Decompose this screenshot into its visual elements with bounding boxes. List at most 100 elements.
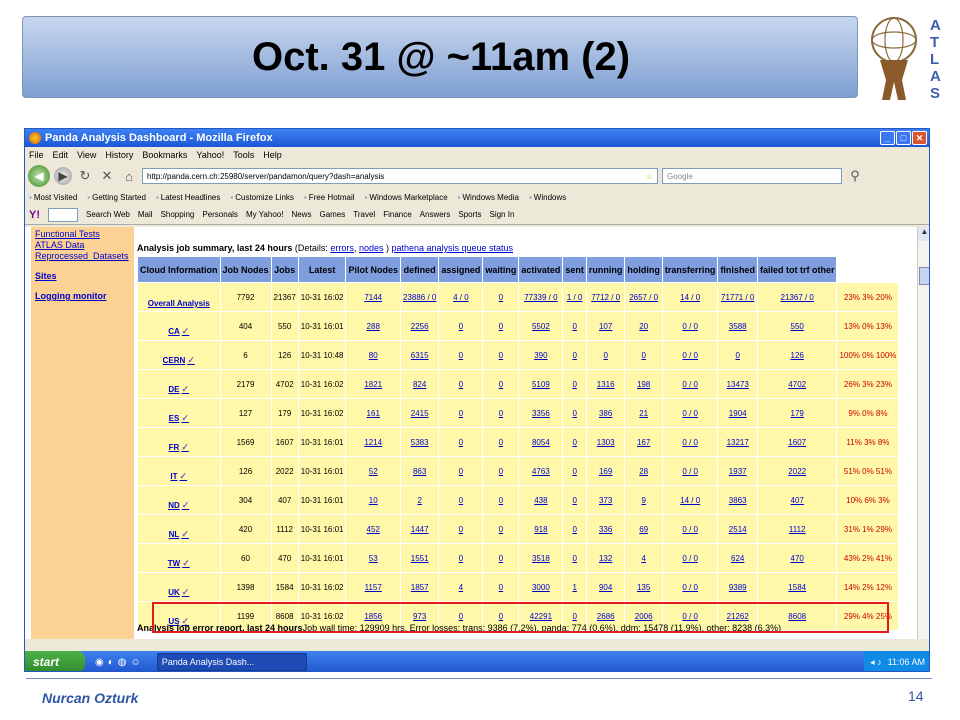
quick-launch-icons[interactable]: ◉◐◍☺ [95,657,145,668]
cloud-link[interactable]: DE [168,385,179,394]
yahoo-finance[interactable]: Finance [383,210,411,219]
defined-link[interactable]: 6315 [411,351,429,360]
defined-link[interactable]: 973 [413,612,426,621]
waiting-link[interactable]: 0 [499,438,503,447]
pilot-link[interactable]: 288 [367,322,380,331]
cloud-link[interactable]: ES [169,414,180,423]
defined-link[interactable]: 2415 [411,409,429,418]
failed-link[interactable]: 1607 [788,438,806,447]
menu-bookmarks[interactable]: Bookmarks [142,150,187,160]
pilot-link[interactable]: 80 [369,351,378,360]
holding-link[interactable]: 21 [639,409,648,418]
cloud-link[interactable]: Overall Analysis [148,299,210,308]
pilot-link[interactable]: 1157 [365,583,382,592]
holding-link[interactable]: 167 [637,438,650,447]
assigned-link[interactable]: 0 [459,438,463,447]
defined-link[interactable]: 5383 [411,438,429,447]
cloud-link[interactable]: ND [168,501,180,510]
cloud-link[interactable]: UK [168,588,180,597]
reload-icon[interactable]: ↻ [76,167,94,185]
activated-link[interactable]: 5109 [532,380,550,389]
running-link[interactable]: 904 [599,583,612,592]
pilot-link[interactable]: 1214 [364,438,382,447]
sent-link[interactable]: 0 [572,380,576,389]
defined-link[interactable]: 2256 [411,322,429,331]
home-icon[interactable]: ⌂ [120,167,138,185]
bookmark-most-visited[interactable]: Most Visited [29,193,77,202]
waiting-link[interactable]: 0 [499,380,503,389]
sidebar-link-atlas-data[interactable]: ATLAS Data [35,240,134,251]
forward-button[interactable]: ▶ [54,167,72,185]
holding-link[interactable]: 4 [641,554,645,563]
queue-status-link[interactable]: pathena analysis queue status [391,243,513,253]
transferring-link[interactable]: 0 / 0 [682,467,698,476]
sent-link[interactable]: 0 [572,322,576,331]
running-link[interactable]: 2686 [597,612,615,621]
running-link[interactable]: 1303 [597,438,615,447]
activated-link[interactable]: 390 [534,351,547,360]
defined-link[interactable]: 2 [417,496,421,505]
holding-link[interactable]: 135 [637,583,650,592]
yahoo-answers[interactable]: Answers [420,210,451,219]
activated-link[interactable]: 438 [534,496,547,505]
minimize-button[interactable]: _ [880,131,895,145]
menu-file[interactable]: File [29,150,44,160]
yahoo-search-input[interactable] [48,207,78,222]
holding-link[interactable]: 20 [639,322,648,331]
finished-link[interactable]: 1937 [729,467,747,476]
waiting-link[interactable]: 0 [499,467,503,476]
finished-link[interactable]: 9389 [729,583,747,592]
pilot-link[interactable]: 161 [367,409,380,418]
url-bar[interactable]: http://panda.cern.ch:25980/server/pandam… [142,168,658,184]
sent-link[interactable]: 0 [572,612,576,621]
pilot-link[interactable]: 7144 [364,293,382,302]
yahoo-news[interactable]: News [291,210,311,219]
cloud-link[interactable]: IT [170,472,177,481]
menu-tools[interactable]: Tools [233,150,254,160]
sidebar-link-logging-monitor[interactable]: Logging monitor [35,291,134,302]
sent-link[interactable]: 0 [572,438,576,447]
holding-link[interactable]: 9 [641,496,645,505]
transferring-link[interactable]: 0 / 0 [682,583,698,592]
waiting-link[interactable]: 0 [499,351,503,360]
transferring-link[interactable]: 14 / 0 [680,293,700,302]
bookmark-free-hotmail[interactable]: Free Hotmail [304,193,355,202]
menu-history[interactable]: History [105,150,133,160]
pilot-link[interactable]: 452 [367,525,380,534]
finished-link[interactable]: 624 [731,554,744,563]
transferring-link[interactable]: 0 / 0 [682,438,698,447]
waiting-link[interactable]: 0 [499,409,503,418]
running-link[interactable]: 1316 [597,380,615,389]
errors-link[interactable]: errors [330,243,354,253]
yahoo-games[interactable]: Games [319,210,345,219]
yahoo-my-yahoo[interactable]: My Yahoo! [246,210,284,219]
activated-link[interactable]: 3000 [532,583,550,592]
finished-link[interactable]: 3588 [729,322,747,331]
sent-link[interactable]: 0 [572,467,576,476]
activated-link[interactable]: 4763 [532,467,550,476]
activated-link[interactable]: 8054 [532,438,550,447]
bookmark-windows[interactable]: Windows [529,193,566,202]
cloud-link[interactable]: TW [168,559,180,568]
menu-yahoo[interactable]: Yahoo! [196,150,224,160]
scroll-thumb[interactable] [919,267,929,285]
menu-view[interactable]: View [77,150,96,160]
finished-link[interactable]: 21262 [727,612,749,621]
assigned-link[interactable]: 0 [459,380,463,389]
defined-link[interactable]: 1551 [411,554,429,563]
failed-link[interactable]: 1112 [789,525,806,534]
yahoo-sports[interactable]: Sports [458,210,481,219]
bookmark-windows-marketplace[interactable]: Windows Marketplace [365,193,447,202]
sent-link[interactable]: 0 [572,525,576,534]
stop-icon[interactable]: ✕ [98,167,116,185]
running-link[interactable]: 386 [599,409,612,418]
holding-link[interactable]: 69 [639,525,648,534]
waiting-link[interactable]: 0 [499,496,503,505]
waiting-link[interactable]: 0 [499,293,503,302]
failed-link[interactable]: 8608 [788,612,806,621]
cloud-link[interactable]: CA [168,327,180,336]
yahoo-personals[interactable]: Personals [202,210,238,219]
activated-link[interactable]: 42291 [530,612,552,621]
assigned-link[interactable]: 0 [459,554,463,563]
running-link[interactable]: 373 [599,496,612,505]
